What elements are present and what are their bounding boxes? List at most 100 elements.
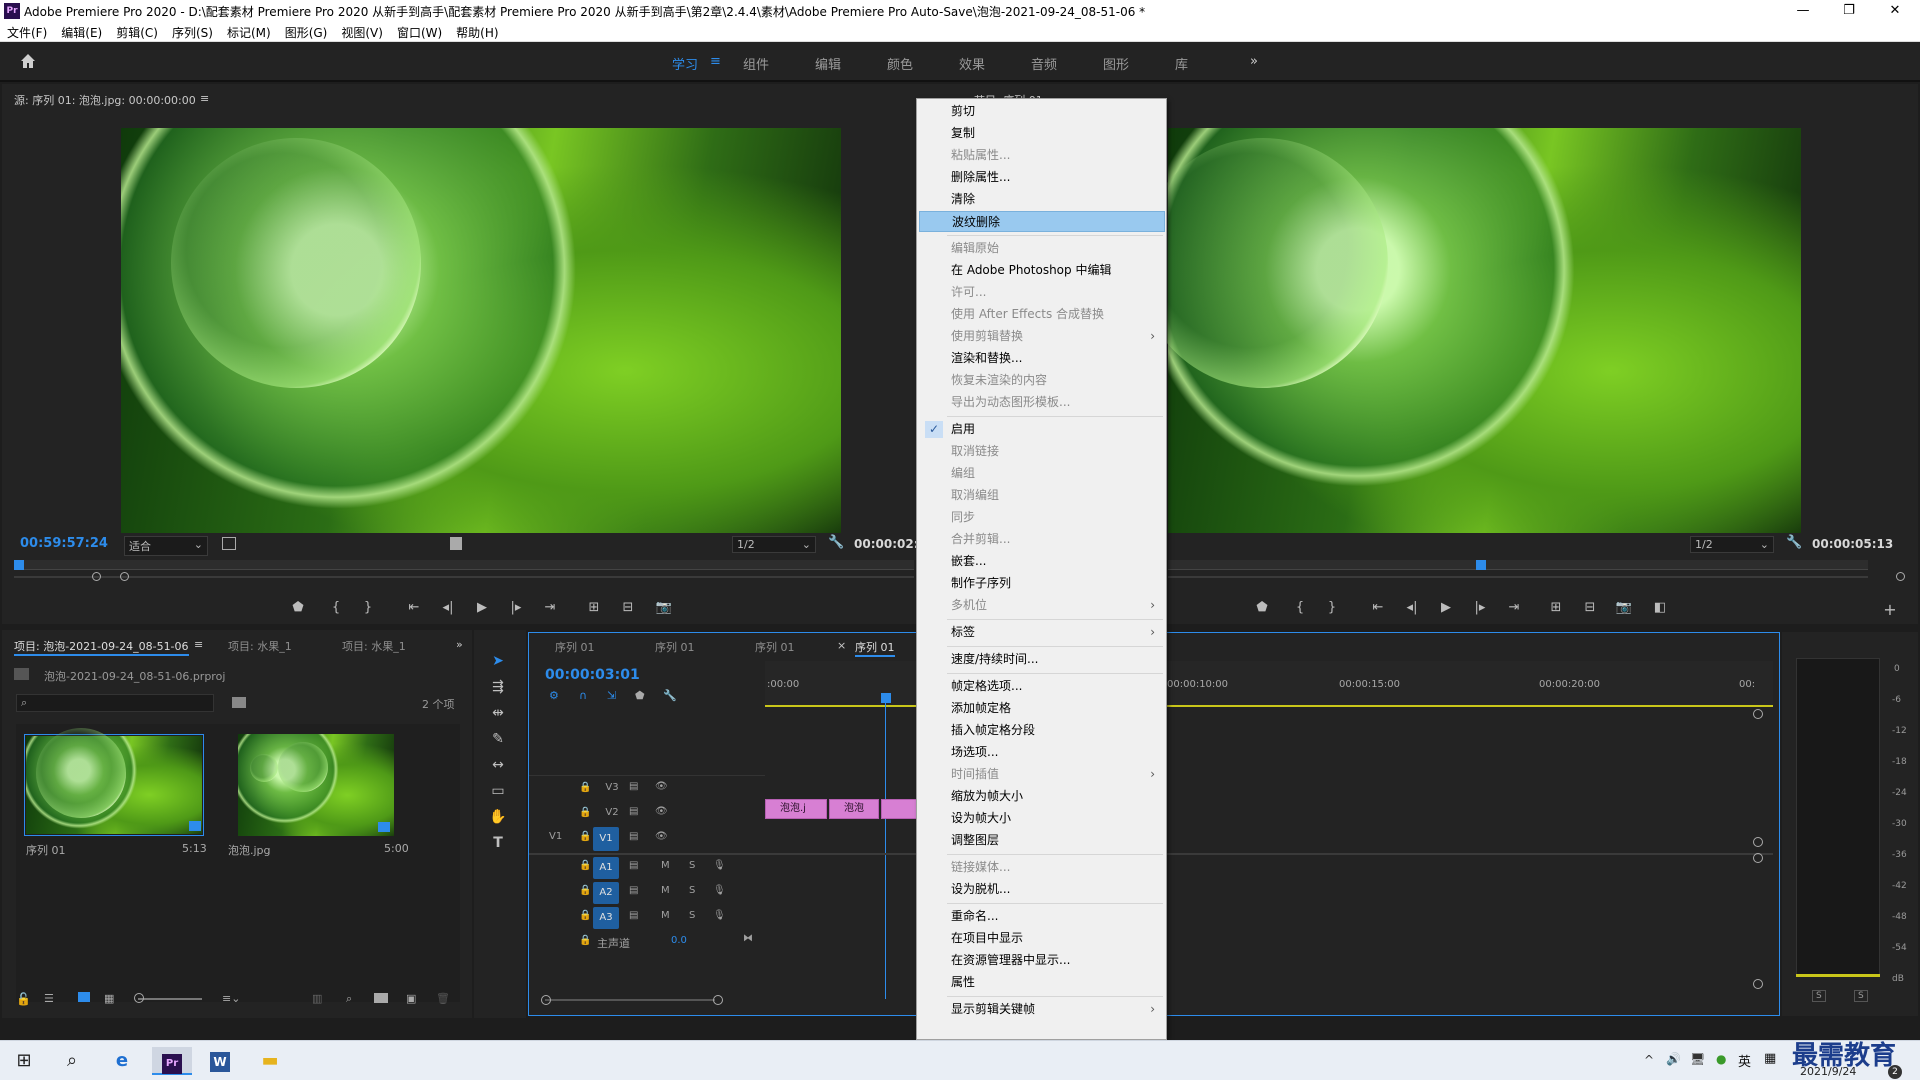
mute-button[interactable]: M: [661, 910, 670, 921]
find-icon[interactable]: ⌕: [346, 992, 352, 1006]
timeline-tab-active[interactable]: 序列 01: [855, 639, 895, 657]
add-marker-icon[interactable]: ⬟: [286, 600, 310, 615]
settings-wrench-icon[interactable]: 🔧: [828, 535, 844, 550]
icon-view-icon[interactable]: [78, 992, 90, 1002]
lock-icon[interactable]: 🔒: [579, 831, 591, 842]
solo-button[interactable]: S: [689, 910, 695, 921]
timeline-clip[interactable]: 泡泡: [829, 799, 879, 819]
settings-wrench-icon[interactable]: 🔧: [1786, 535, 1802, 550]
project-tab-3[interactable]: 项目: 水果_1: [342, 638, 406, 654]
go-to-out-icon[interactable]: ⇥: [1502, 600, 1526, 615]
context-menu-item[interactable]: 波纹删除: [919, 211, 1165, 232]
freeform-view-icon[interactable]: ▦: [104, 992, 114, 1005]
project-tabs-more-icon[interactable]: »: [456, 638, 463, 651]
project-tab-2[interactable]: 项目: 水果_1: [228, 638, 292, 654]
extract-icon[interactable]: ⊟: [1578, 600, 1602, 615]
word-taskbar-item[interactable]: W: [202, 1047, 238, 1075]
microphone-icon[interactable]: 🎙: [713, 910, 726, 921]
context-menu-item[interactable]: 标签 ›: [919, 622, 1165, 643]
source-resolution-dropdown[interactable]: 1/2 ⌄: [732, 536, 816, 553]
workspace-audio[interactable]: 音频: [1031, 54, 1057, 73]
context-menu-item[interactable]: 设为帧大小: [919, 808, 1165, 829]
add-button-icon[interactable]: +: [1878, 600, 1902, 619]
lock-icon[interactable]: 🔒: [579, 860, 591, 871]
context-menu-item[interactable]: 在 Adobe Photoshop 中编辑: [919, 260, 1165, 281]
safe-margins-icon[interactable]: [222, 537, 236, 550]
timeline-clip[interactable]: 泡泡.j: [765, 799, 827, 819]
context-menu-item[interactable]: 清除: [919, 189, 1165, 210]
source-panel-menu-icon[interactable]: ≡: [200, 92, 209, 105]
context-menu-item[interactable]: 在项目中显示: [919, 928, 1165, 949]
comparison-view-icon[interactable]: ◧: [1648, 600, 1672, 615]
film-icon[interactable]: ▤: [629, 910, 638, 921]
zoom-handle-left[interactable]: [92, 572, 101, 581]
context-menu-item[interactable]: 帧定格选项...: [919, 676, 1165, 697]
scroll-handle-right[interactable]: [713, 995, 723, 1005]
overwrite-icon[interactable]: ⊟: [616, 600, 640, 615]
new-bin-icon[interactable]: [374, 993, 388, 1003]
menu-sequence[interactable]: 序列(S): [165, 22, 220, 43]
context-menu-item[interactable]: 在资源管理器中显示...: [919, 950, 1165, 971]
workspace-graphics[interactable]: 图形: [1103, 54, 1129, 73]
context-menu-item[interactable]: 插入帧定格分段: [919, 720, 1165, 741]
add-marker-icon[interactable]: ⬟: [1250, 600, 1274, 615]
play-icon[interactable]: ▶: [470, 600, 494, 615]
lock-icon[interactable]: 🔒: [579, 910, 591, 921]
home-icon[interactable]: [18, 51, 38, 71]
trash-icon[interactable]: 🗑: [436, 992, 450, 1005]
film-icon[interactable]: ▤: [629, 781, 638, 792]
project-item-image[interactable]: [238, 734, 394, 836]
source-monitor-title[interactable]: 源: 序列 01: 泡泡.jpg: 00:00:00:00: [14, 92, 196, 108]
timeline-settings-icon[interactable]: 🔧: [663, 689, 677, 702]
timeline-playhead-handle[interactable]: [881, 693, 891, 703]
close-tab-icon[interactable]: ×: [837, 639, 846, 652]
step-forward-icon[interactable]: |▸: [1468, 600, 1492, 615]
export-frame-icon[interactable]: [450, 537, 462, 550]
context-menu-item[interactable]: ✓ 启用: [919, 419, 1165, 440]
track-name-v1[interactable]: V1: [593, 827, 619, 851]
lock-icon[interactable]: 🔒: [579, 807, 591, 818]
close-button[interactable]: ✕: [1872, 0, 1918, 22]
slip-tool-icon[interactable]: ↔: [487, 754, 509, 776]
menu-graphics[interactable]: 图形(G): [278, 22, 335, 43]
premiere-taskbar-item[interactable]: Pr: [152, 1047, 192, 1075]
vertical-zoom-handle[interactable]: [1753, 853, 1763, 863]
project-tab-active[interactable]: 项目: 泡泡-2021-09-24_08-51-06: [14, 638, 189, 656]
go-to-in-icon[interactable]: ⇤: [402, 600, 426, 615]
new-bin-from-search-icon[interactable]: [232, 697, 246, 708]
vertical-zoom-handle[interactable]: [1753, 709, 1763, 719]
program-zoom-bar[interactable]: [1168, 576, 1868, 578]
context-menu-item[interactable]: 缩放为帧大小: [919, 786, 1165, 807]
security-icon[interactable]: ●: [1716, 1052, 1726, 1066]
context-menu-item[interactable]: 场选项...: [919, 742, 1165, 763]
workspace-assembly[interactable]: 组件: [743, 54, 769, 73]
volume-icon[interactable]: 🔊: [1666, 1052, 1681, 1066]
ime-indicator[interactable]: 英: [1738, 1051, 1751, 1070]
ripple-edit-tool-icon[interactable]: ⇹: [487, 702, 509, 724]
program-playhead[interactable]: [1476, 560, 1486, 570]
source-time-ruler[interactable]: [14, 560, 914, 570]
context-menu-item[interactable]: 剪切: [919, 101, 1165, 122]
ime-grid-icon[interactable]: ▦: [1764, 1051, 1776, 1066]
workspace-editing[interactable]: 编辑: [815, 54, 841, 73]
source-patch-v1[interactable]: V1: [549, 831, 562, 842]
notification-badge[interactable]: 2: [1888, 1065, 1902, 1079]
timeline-clip[interactable]: [881, 799, 921, 819]
step-forward-icon[interactable]: |▸: [504, 600, 528, 615]
film-icon[interactable]: ▤: [629, 885, 638, 896]
track-name-v3[interactable]: V3: [601, 779, 623, 797]
source-fit-dropdown[interactable]: 适合 ⌄: [124, 536, 208, 556]
source-playhead[interactable]: [14, 560, 24, 570]
context-menu-item[interactable]: 显示剪辑关键帧 ›: [919, 999, 1165, 1020]
timeline-horizontal-scrollbar[interactable]: [545, 999, 715, 1001]
go-to-end-icon[interactable]: ⧓: [743, 933, 753, 944]
go-to-out-icon[interactable]: ⇥: [538, 600, 562, 615]
project-panel-menu-icon[interactable]: ≡: [194, 638, 203, 651]
eye-icon[interactable]: 👁: [655, 781, 668, 792]
track-select-tool-icon[interactable]: ⇶: [487, 676, 509, 698]
microphone-icon[interactable]: 🎙: [713, 885, 726, 896]
mute-button[interactable]: M: [661, 885, 670, 896]
workspace-menu-icon[interactable]: ≡: [710, 54, 721, 69]
windows-start-icon[interactable]: ⊞: [6, 1047, 42, 1075]
context-menu-item[interactable]: 删除属性...: [919, 167, 1165, 188]
